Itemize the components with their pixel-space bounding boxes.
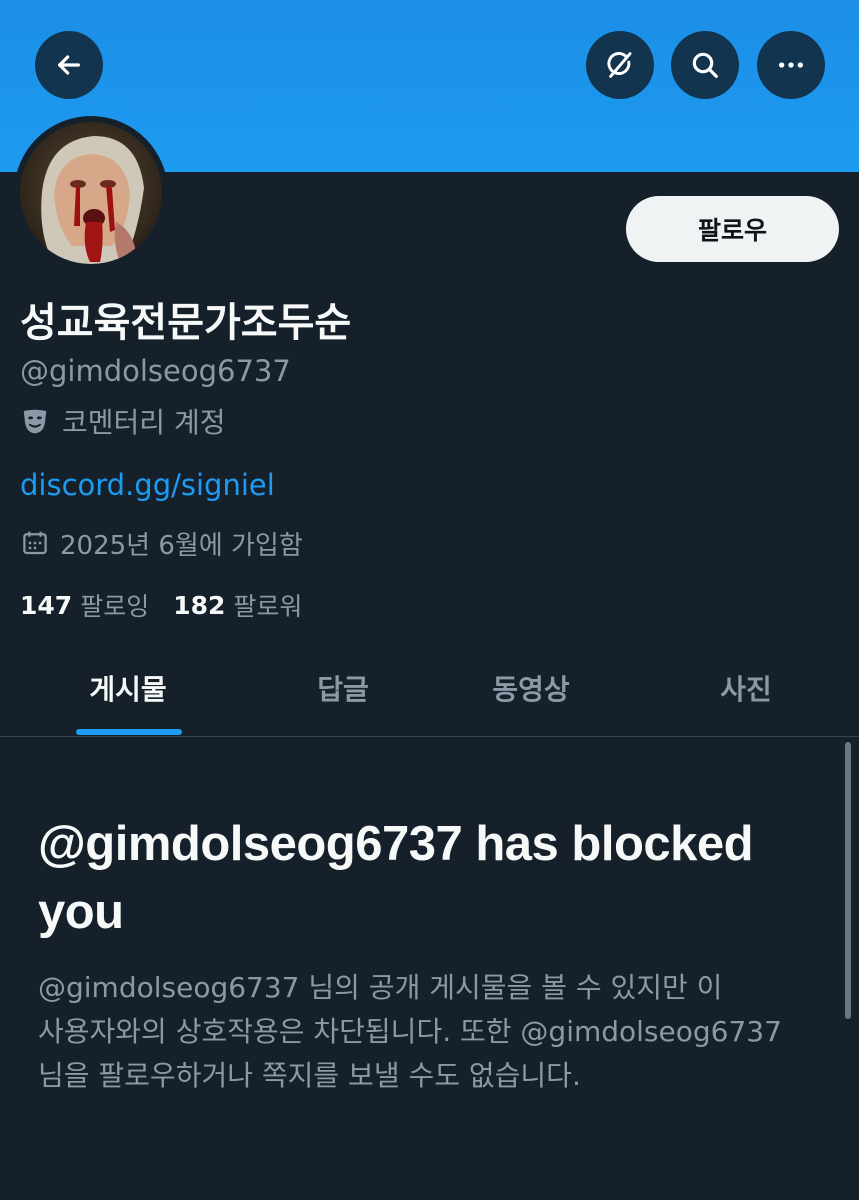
user-handle: @gimdolseog6737 — [20, 354, 291, 388]
profile-tabs: 게시물 답글 동영상 사진 — [0, 640, 859, 737]
followers-count: 182 — [173, 590, 226, 620]
grok-icon — [607, 52, 632, 78]
account-label-text: 코멘터리 계정 — [62, 406, 226, 439]
blocked-title: @gimdolseog6737 has blocked you — [38, 817, 754, 939]
tab-replies[interactable]: 답글 — [245, 640, 441, 736]
arrow-left-icon — [58, 55, 80, 75]
followers-stat[interactable]: 182 팔로워 — [173, 587, 302, 623]
avatar[interactable] — [14, 116, 168, 270]
following-count: 147 — [20, 590, 73, 620]
tab-posts[interactable]: 게시물 — [30, 640, 226, 736]
search-icon — [692, 52, 718, 78]
joined-date: 2025년 6월에 가입함 — [20, 524, 303, 562]
following-label: 팔로잉 — [80, 592, 150, 621]
display-name: 성교육전문가조두순 — [20, 300, 352, 346]
follow-stats: 147 팔로잉 182 팔로워 — [20, 586, 326, 624]
followers-label: 팔로워 — [233, 592, 303, 621]
tab-photos[interactable]: 사진 — [648, 640, 844, 736]
follow-button[interactable]: 팔로우 — [626, 196, 839, 262]
more-horizontal-icon — [779, 62, 803, 68]
account-label: 코멘터리 계정 — [20, 402, 225, 440]
back-button[interactable] — [35, 31, 103, 99]
active-tab-indicator — [76, 729, 182, 735]
tab-videos[interactable]: 동영상 — [433, 640, 629, 736]
profile-link[interactable]: discord.gg/signiel — [20, 468, 275, 502]
search-button[interactable] — [671, 31, 739, 99]
more-button[interactable] — [757, 31, 825, 99]
joined-date-text: 2025년 6월에 가입함 — [60, 530, 303, 561]
calendar-icon — [23, 531, 47, 555]
scrollbar[interactable] — [845, 742, 851, 1019]
following-stat[interactable]: 147 팔로잉 — [20, 587, 149, 623]
grok-button[interactable] — [586, 31, 654, 99]
avatar-image — [20, 122, 162, 264]
theater-mask-icon — [23, 409, 47, 434]
blocked-description: @gimdolseog6737 님의 공개 게시물을 볼 수 있지만 이 사용자… — [38, 971, 782, 1092]
